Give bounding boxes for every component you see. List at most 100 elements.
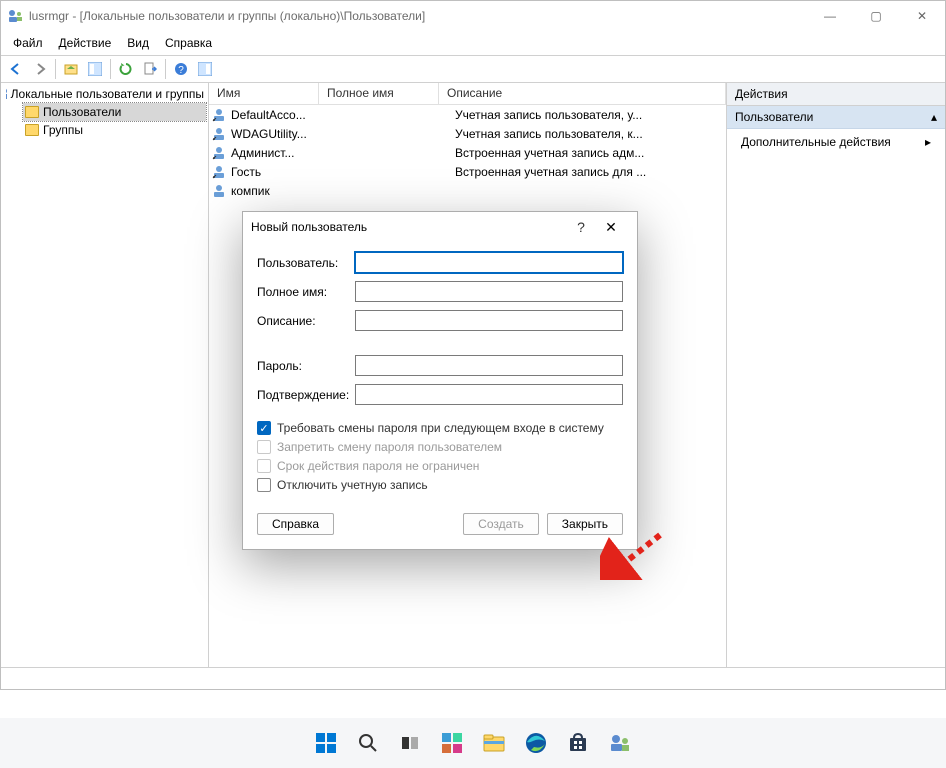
menu-help[interactable]: Справка	[157, 34, 220, 52]
checkbox-checked-icon: ✓	[257, 421, 271, 435]
password-input[interactable]	[355, 355, 623, 376]
export-button[interactable]	[139, 58, 161, 80]
checkbox-icon	[257, 459, 271, 473]
chevron-right-icon: ▸	[925, 135, 931, 149]
refresh-button[interactable]	[115, 58, 137, 80]
help-button[interactable]: Справка	[257, 513, 334, 535]
actions-more-label: Дополнительные действия	[741, 135, 891, 149]
chk-neverexpire-label: Срок действия пароля не ограничен	[277, 459, 479, 473]
tree-root[interactable]: Локальные пользователи и группы	[3, 85, 206, 103]
new-user-dialog: Новый пользователь ? ✕ Пользователь: Пол…	[242, 211, 638, 550]
window-title: lusrmgr - [Локальные пользователи и груп…	[29, 9, 425, 23]
start-button[interactable]	[312, 729, 340, 757]
col-fullname[interactable]: Полное имя	[319, 83, 439, 104]
tree-groups[interactable]: Группы	[23, 121, 206, 139]
collapse-icon: ▴	[931, 110, 937, 124]
list-item[interactable]: Админист... Встроенная учетная запись ад…	[209, 143, 726, 162]
fullname-label: Полное имя:	[257, 285, 355, 299]
chk-cannotchange-row: Запретить смену пароля пользователем	[257, 440, 623, 454]
minimize-button[interactable]: —	[807, 1, 853, 31]
cell-desc: Встроенная учетная запись адм...	[455, 146, 726, 160]
forward-button[interactable]	[29, 58, 51, 80]
tree-groups-label: Группы	[43, 123, 83, 137]
list-item[interactable]: Гость Встроенная учетная запись для ...	[209, 162, 726, 181]
menubar: Файл Действие Вид Справка	[1, 31, 945, 55]
tree-pane[interactable]: Локальные пользователи и группы Пользова…	[1, 83, 209, 667]
taskview-button[interactable]	[396, 729, 424, 757]
annotation-arrow	[600, 530, 670, 580]
menu-file[interactable]: Файл	[5, 34, 51, 52]
dialog-body: Пользователь: Полное имя: Описание: Паро…	[243, 242, 637, 505]
chk-cannotchange-label: Запретить смену пароля пользователем	[277, 440, 502, 454]
user-label: Пользователь:	[257, 256, 355, 270]
dialog-close-button[interactable]: ✕	[593, 219, 629, 236]
list-item[interactable]: компик	[209, 181, 726, 200]
user-icon	[211, 164, 227, 180]
app-icon	[7, 8, 23, 24]
col-name[interactable]: Имя	[209, 83, 319, 104]
menu-action[interactable]: Действие	[51, 34, 120, 52]
cell-name: DefaultAcco...	[231, 108, 335, 122]
user-icon	[211, 145, 227, 161]
list-item[interactable]: DefaultAcco... Учетная запись пользовате…	[209, 105, 726, 124]
chk-disabled-row[interactable]: Отключить учетную запись	[257, 478, 623, 492]
cell-desc: Встроенная учетная запись для ...	[455, 165, 726, 179]
show-hide-tree-button[interactable]	[84, 58, 106, 80]
widgets-button[interactable]	[438, 729, 466, 757]
actions-context-label: Пользователи	[735, 110, 813, 124]
desc-input[interactable]	[355, 310, 623, 331]
dialog-titlebar: Новый пользователь ? ✕	[243, 212, 637, 242]
cell-desc: Учетная запись пользователя, у...	[455, 108, 726, 122]
dialog-help-button[interactable]: ?	[569, 219, 593, 235]
help-button[interactable]: ?	[170, 58, 192, 80]
store-button[interactable]	[564, 729, 592, 757]
chk-neverexpire-row: Срок действия пароля не ограничен	[257, 459, 623, 473]
explorer-button[interactable]	[480, 729, 508, 757]
maximize-button[interactable]: ▢	[853, 1, 899, 31]
cell-name: Админист...	[231, 146, 335, 160]
user-input[interactable]	[355, 252, 623, 273]
tree-root-label: Локальные пользователи и группы	[11, 87, 204, 101]
lusrmgr-taskbar-button[interactable]	[606, 729, 634, 757]
actions-more[interactable]: Дополнительные действия ▸	[727, 129, 945, 155]
search-button[interactable]	[354, 729, 382, 757]
actions-header: Действия	[727, 83, 945, 106]
actions-context[interactable]: Пользователи ▴	[727, 106, 945, 129]
confirm-input[interactable]	[355, 384, 623, 405]
col-desc[interactable]: Описание	[439, 83, 726, 104]
up-button[interactable]	[60, 58, 82, 80]
list-item[interactable]: WDAGUtility... Учетная запись пользовате…	[209, 124, 726, 143]
cell-name: WDAGUtility...	[231, 127, 335, 141]
dialog-title: Новый пользователь	[251, 220, 367, 234]
list-rows: DefaultAcco... Учетная запись пользовате…	[209, 105, 726, 200]
folder-icon	[25, 124, 39, 136]
menu-view[interactable]: Вид	[119, 34, 157, 52]
folder-icon	[25, 106, 39, 118]
svg-text:?: ?	[178, 65, 184, 76]
cell-name: компик	[231, 184, 335, 198]
close-button[interactable]: ✕	[899, 1, 945, 31]
list-header: Имя Полное имя Описание	[209, 83, 726, 105]
cell-name: Гость	[231, 165, 335, 179]
tree-users[interactable]: Пользователи	[23, 103, 206, 121]
users-groups-icon	[5, 87, 7, 101]
confirm-label: Подтверждение:	[257, 388, 355, 402]
user-icon	[211, 107, 227, 123]
chk-disabled-label: Отключить учетную запись	[277, 478, 428, 492]
titlebar: lusrmgr - [Локальные пользователи и груп…	[1, 1, 945, 31]
user-icon	[211, 126, 227, 142]
chk-mustchange-label: Требовать смены пароля при следующем вхо…	[277, 421, 604, 435]
create-button: Создать	[463, 513, 539, 535]
window-controls: — ▢ ✕	[807, 1, 945, 31]
fullname-input[interactable]	[355, 281, 623, 302]
show-action-pane-button[interactable]	[194, 58, 216, 80]
edge-button[interactable]	[522, 729, 550, 757]
password-label: Пароль:	[257, 359, 355, 373]
taskbar	[0, 718, 946, 768]
back-button[interactable]	[5, 58, 27, 80]
cell-desc: Учетная запись пользователя, к...	[455, 127, 726, 141]
chk-mustchange-row[interactable]: ✓ Требовать смены пароля при следующем в…	[257, 421, 623, 435]
toolbar: ?	[1, 55, 945, 83]
checkbox-icon	[257, 478, 271, 492]
actions-pane: Действия Пользователи ▴ Дополнительные д…	[727, 83, 945, 667]
